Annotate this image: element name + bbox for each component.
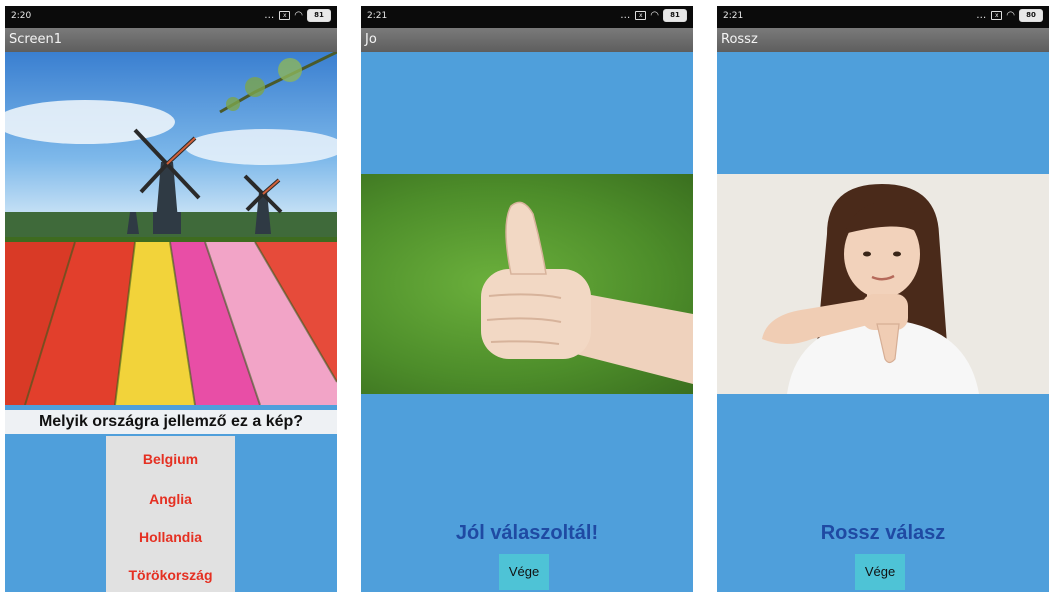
more-notifications-icon: … bbox=[976, 10, 988, 21]
wifi-icon: ◠ bbox=[294, 10, 303, 21]
sim-icon: x bbox=[991, 11, 1003, 20]
battery-icon: 80 bbox=[1019, 9, 1043, 22]
option-torokorszag-button[interactable]: Törökország bbox=[106, 560, 235, 590]
screen1-phone: 2:20 … x ◠ 81 Screen1 Melyik országra je… bbox=[5, 6, 337, 592]
answer-options: Belgium Anglia Hollandia Törökország bbox=[106, 436, 235, 592]
status-bar: 2:21 … x ◠ 80 bbox=[717, 6, 1049, 28]
status-time: 2:20 bbox=[11, 11, 32, 21]
status-time: 2:21 bbox=[367, 11, 388, 21]
screen-title: Rossz bbox=[717, 28, 1049, 52]
result-text: Rossz válasz bbox=[820, 522, 946, 544]
sim-icon: x bbox=[635, 11, 647, 20]
battery-icon: 81 bbox=[307, 9, 331, 22]
option-anglia-button[interactable]: Anglia bbox=[106, 484, 235, 514]
option-belgium-button[interactable]: Belgium bbox=[106, 444, 235, 474]
battery-icon: 81 bbox=[663, 9, 687, 22]
thumbs-down-girl-image bbox=[717, 174, 1049, 394]
tulip-field-image bbox=[5, 52, 337, 405]
status-time: 2:21 bbox=[723, 11, 744, 21]
screen-title: Jo bbox=[361, 28, 693, 52]
status-bar: 2:20 … x ◠ 81 bbox=[5, 6, 337, 28]
wifi-icon: ◠ bbox=[1006, 10, 1015, 21]
wifi-icon: ◠ bbox=[650, 10, 659, 21]
screen-title: Screen1 bbox=[5, 28, 337, 52]
option-hollandia-button[interactable]: Hollandia bbox=[106, 522, 235, 552]
question-text: Melyik országra jellemző ez a kép? bbox=[5, 410, 337, 434]
rossz-phone: 2:21 … x ◠ 80 Rossz Rossz válasz Vége bbox=[717, 6, 1049, 592]
more-notifications-icon: … bbox=[264, 10, 276, 21]
vege-button[interactable]: Vége bbox=[855, 554, 905, 590]
jo-phone: 2:21 … x ◠ 81 Jo Jól válaszoltál! Vége bbox=[361, 6, 693, 592]
status-bar: 2:21 … x ◠ 81 bbox=[361, 6, 693, 28]
result-text: Jól válaszoltál! bbox=[455, 522, 599, 544]
sim-icon: x bbox=[279, 11, 291, 20]
more-notifications-icon: … bbox=[620, 10, 632, 21]
thumbs-up-image bbox=[361, 174, 693, 394]
vege-button[interactable]: Vége bbox=[499, 554, 549, 590]
